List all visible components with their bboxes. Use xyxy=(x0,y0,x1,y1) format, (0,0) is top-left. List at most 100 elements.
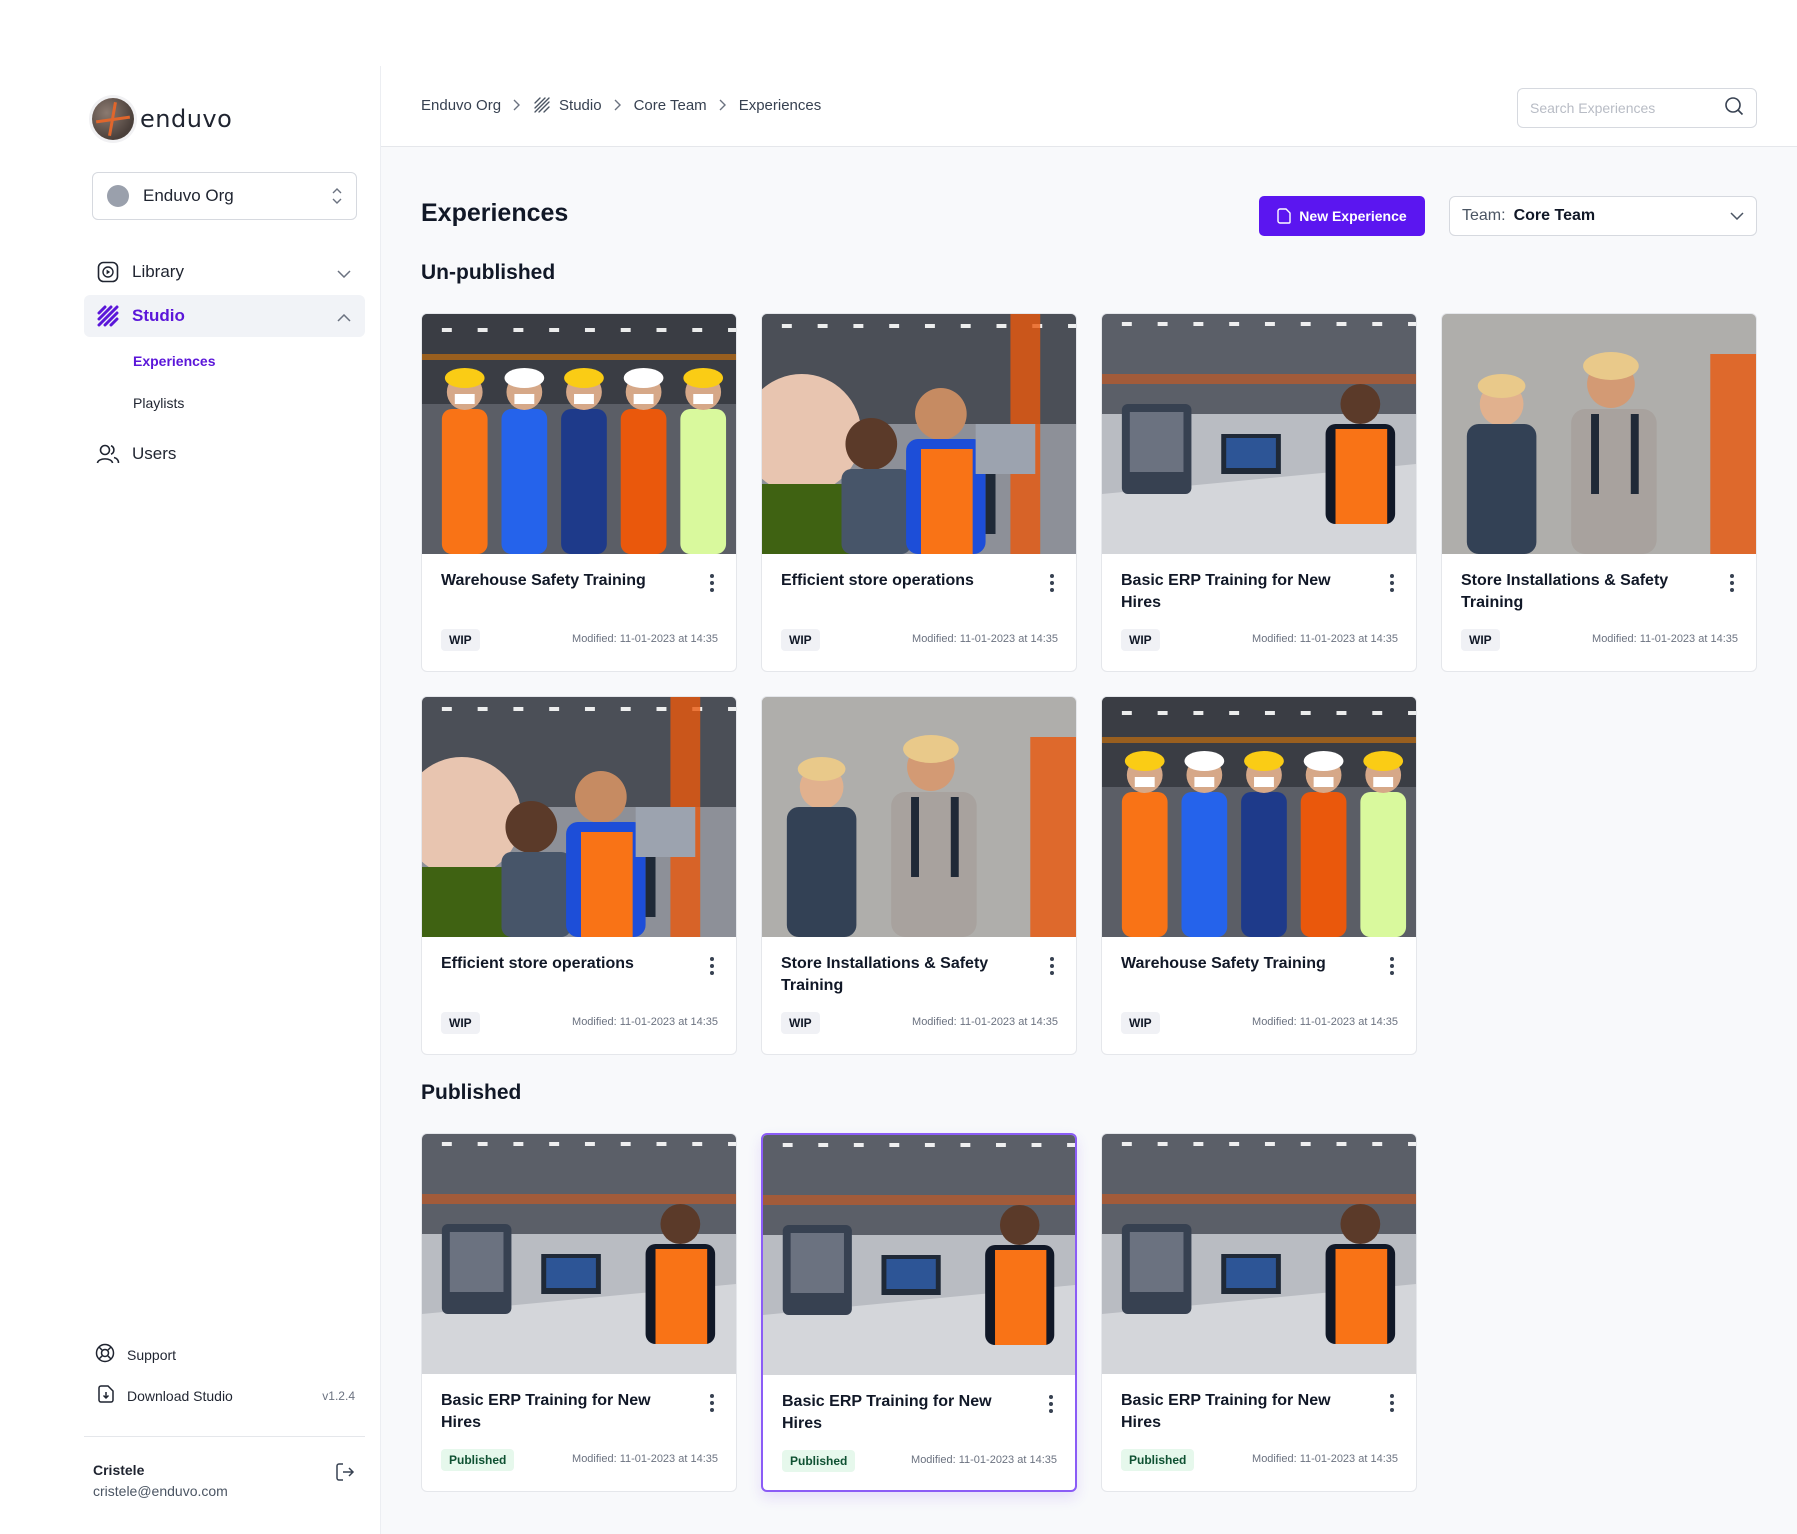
more-options-icon[interactable] xyxy=(1050,574,1054,592)
app-window: enduvo Enduvo Org Library Studio Experie… xyxy=(0,66,1797,1534)
user-name: Cristele xyxy=(93,1462,145,1478)
sidebar-item-label: Library xyxy=(132,262,184,281)
sidebar-item-users[interactable]: Users xyxy=(84,433,365,475)
experience-title: Efficient store operations xyxy=(781,572,974,589)
experience-thumbnail xyxy=(1102,697,1416,937)
sidebar-subitem-playlists[interactable]: Playlists xyxy=(133,395,184,411)
experience-card[interactable]: Store Installations & Safety Training WIP… xyxy=(1441,313,1757,672)
more-options-icon[interactable] xyxy=(1049,1395,1053,1413)
more-options-icon[interactable] xyxy=(710,574,714,592)
experience-card[interactable]: Efficient store operations WIP Modified: 1… xyxy=(421,696,737,1055)
experience-title: Warehouse Safety Training xyxy=(441,572,646,589)
team-value: Core Team xyxy=(1513,207,1596,224)
more-options-icon[interactable] xyxy=(1050,957,1054,975)
status-badge: Published xyxy=(441,1449,515,1471)
logo-text: enduvo xyxy=(140,105,233,133)
more-options-icon[interactable] xyxy=(1730,574,1734,592)
experience-title: Store Installations & Safety Training xyxy=(781,955,989,994)
chevron-right-icon xyxy=(513,99,521,111)
modified-date: Modified: 11-01-2023 at 14:35 xyxy=(1252,1016,1398,1028)
modified-date: Modified: 11-01-2023 at 14:35 xyxy=(1252,1453,1398,1465)
status-badge: WIP xyxy=(441,629,480,651)
org-avatar xyxy=(107,185,129,207)
more-options-icon[interactable] xyxy=(1390,957,1394,975)
experience-title: Basic ERP Training for New Hires xyxy=(441,1392,651,1431)
experience-card[interactable]: Warehouse Safety Training WIP Modified: 11… xyxy=(1101,696,1417,1055)
experience-thumbnail xyxy=(1442,314,1756,554)
experience-card[interactable]: Basic ERP Training for New Hires Publishe… xyxy=(421,1133,737,1492)
sidebar-item-label: Users xyxy=(132,444,177,463)
experience-title: Efficient store operations xyxy=(441,955,634,972)
version-label: v1.2.4 xyxy=(322,1388,355,1403)
status-badge: WIP xyxy=(1461,629,1500,651)
experience-card[interactable]: Efficient store operations WIP Modified: 1… xyxy=(761,313,1077,672)
search-icon[interactable] xyxy=(1724,96,1744,121)
lifebuoy-icon xyxy=(95,1343,115,1366)
breadcrumb-org[interactable]: Enduvo Org xyxy=(421,97,501,114)
status-badge: Published xyxy=(1121,1449,1195,1471)
breadcrumb: Enduvo Org Studio Core Team Experiences xyxy=(421,96,821,114)
user-email: cristele@enduvo.com xyxy=(93,1483,228,1499)
experience-thumbnail xyxy=(762,697,1076,937)
modified-date: Modified: 11-01-2023 at 14:35 xyxy=(912,1016,1058,1028)
sidebar-item-library[interactable]: Library xyxy=(84,251,365,293)
experience-card[interactable]: Basic ERP Training for New Hires WIP Modif… xyxy=(1101,313,1417,672)
team-selector[interactable]: Team: Core Team xyxy=(1449,196,1757,236)
breadcrumb-experiences: Experiences xyxy=(738,96,822,114)
experience-thumbnail xyxy=(762,314,1076,554)
sidebar-divider xyxy=(84,1436,365,1437)
more-options-icon[interactable] xyxy=(710,957,714,975)
support-label: Support xyxy=(127,1346,177,1363)
experience-card[interactable]: Basic ERP Training for New Hires Publishe… xyxy=(761,1133,1077,1492)
org-selector[interactable]: Enduvo Org xyxy=(92,172,357,220)
studio-outline-icon xyxy=(533,96,551,114)
status-badge: WIP xyxy=(441,1012,480,1034)
chevron-right-icon xyxy=(614,99,622,111)
download-studio-label: Download Studio xyxy=(127,1387,233,1404)
chevron-right-icon xyxy=(719,99,727,111)
experience-thumbnail xyxy=(422,1134,736,1374)
experience-title: Warehouse Safety Training xyxy=(1121,955,1326,972)
team-label: Team: xyxy=(1462,207,1506,224)
section-title-unpublished: Un-published xyxy=(421,261,556,284)
status-badge: WIP xyxy=(1121,629,1160,651)
experience-thumbnail xyxy=(763,1135,1075,1375)
more-options-icon[interactable] xyxy=(1390,1394,1394,1412)
experience-thumbnail xyxy=(1102,1134,1416,1374)
sidebar-subitem-experiences[interactable]: Experiences xyxy=(133,353,216,369)
experience-title: Basic ERP Training for New Hires xyxy=(1121,1392,1331,1431)
breadcrumb-studio[interactable]: Studio xyxy=(533,96,602,114)
experience-card[interactable]: Basic ERP Training for New Hires Publishe… xyxy=(1101,1133,1417,1492)
experience-thumbnail xyxy=(422,314,736,554)
new-file-icon xyxy=(1277,208,1291,224)
chevron-up-down-icon xyxy=(332,188,342,204)
support-link[interactable]: Support xyxy=(95,1343,355,1366)
experience-card[interactable]: Warehouse Safety Training WIP Modified: 11… xyxy=(421,313,737,672)
modified-date: Modified: 11-01-2023 at 14:35 xyxy=(572,1453,718,1465)
logo[interactable]: enduvo xyxy=(92,98,232,140)
download-studio-link[interactable]: Download Studio v1.2.4 xyxy=(95,1384,355,1407)
new-experience-button[interactable]: New Experience xyxy=(1259,196,1425,236)
download-icon xyxy=(95,1384,115,1407)
experience-thumbnail xyxy=(1102,314,1416,554)
more-options-icon[interactable] xyxy=(710,1394,714,1412)
section-title-published: Published xyxy=(421,1081,522,1104)
experience-card[interactable]: Store Installations & Safety Training WIP… xyxy=(761,696,1077,1055)
top-bar: Enduvo Org Studio Core Team Experiences xyxy=(381,66,1797,147)
modified-date: Modified: 11-01-2023 at 14:35 xyxy=(572,1016,718,1028)
studio-icon xyxy=(96,304,120,328)
status-badge: WIP xyxy=(781,1012,820,1034)
page-title: Experiences xyxy=(421,199,569,227)
status-badge: Published xyxy=(782,1450,856,1472)
more-options-icon[interactable] xyxy=(1390,574,1394,592)
sidebar-item-studio[interactable]: Studio xyxy=(84,295,365,337)
org-name: Enduvo Org xyxy=(143,186,234,205)
search-input[interactable] xyxy=(1530,100,1710,116)
breadcrumb-studio-label: Studio xyxy=(559,96,602,114)
breadcrumb-team[interactable]: Core Team xyxy=(634,97,707,114)
experience-title: Basic ERP Training for New Hires xyxy=(1121,572,1331,611)
logout-icon[interactable] xyxy=(335,1462,355,1487)
modified-date: Modified: 11-01-2023 at 14:35 xyxy=(1592,633,1738,645)
experience-title: Basic ERP Training for New Hires xyxy=(782,1393,992,1432)
sidebar-item-label: Studio xyxy=(132,306,185,325)
